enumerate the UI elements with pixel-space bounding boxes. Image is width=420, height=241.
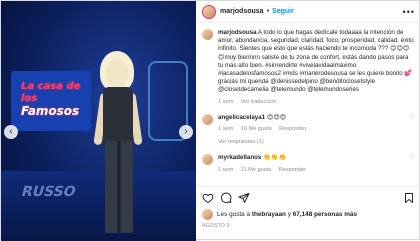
see-translation-link[interactable]: Ver traducción <box>241 99 277 105</box>
comment-text: 👏👏👏 <box>263 154 287 162</box>
comment-item: angelicacelaya1 😍😍😍 1 sem 16 Me gusta Re… <box>202 113 415 133</box>
bookmark-icon[interactable] <box>403 192 415 204</box>
comment-username[interactable]: myrkadellanos <box>218 154 261 161</box>
studio-floor <box>1 171 196 241</box>
likes-text: Les gusta a thebrayaan y 67,148 personas… <box>217 211 357 218</box>
separator-dot: • <box>266 8 270 15</box>
reply-button[interactable]: Responder <box>279 167 306 173</box>
likes-count-link[interactable]: 67,148 personas más <box>293 211 357 218</box>
likes-summary: Les gusta a thebrayaan y 67,148 personas… <box>202 209 415 220</box>
reply-button[interactable]: Responder <box>279 126 306 132</box>
post-header: marjodsousa • Seguir ••• <box>196 1 420 23</box>
comment-meta: 1 sem 16 Me gusta Responder <box>218 125 405 133</box>
caption-time: 1 sem <box>218 98 234 105</box>
action-icons <box>202 191 415 205</box>
likes-prefix: Les gusta a <box>217 211 251 218</box>
caption-meta: 1 sem Ver traducción <box>218 98 415 106</box>
more-options-icon[interactable]: ••• <box>403 7 415 17</box>
like-heart-icon[interactable] <box>202 192 214 204</box>
comment-like-heart-icon[interactable]: ♡ <box>409 154 415 162</box>
comment-likes[interactable]: 16 Me gusta <box>241 126 272 132</box>
post-side-panel: marjodsousa • Seguir ••• marjodsousa A t… <box>196 1 420 241</box>
avatar[interactable] <box>202 4 216 19</box>
liker-avatar[interactable] <box>202 209 213 220</box>
caption: marjodsousa A todo lo que hagas dedícale… <box>202 29 415 106</box>
view-replies-link[interactable]: Ver respuestas (1) <box>218 138 415 146</box>
comment-avatar[interactable] <box>202 154 213 166</box>
person-legs <box>105 141 133 233</box>
next-image-button[interactable]: › <box>179 125 193 139</box>
comment-time: 1 sem <box>218 166 234 173</box>
comment-text: 😍😍😍 <box>266 113 287 121</box>
comment-likes[interactable]: 11 Me gusta <box>241 167 271 173</box>
likes-connector: y <box>287 211 291 218</box>
share-paper-plane-icon[interactable] <box>238 192 250 204</box>
show-logo: La casa de los Famosos <box>21 81 81 118</box>
follow-button[interactable]: Seguir <box>272 8 294 15</box>
comment-time: 1 sem <box>218 126 234 133</box>
post-image[interactable]: La casa de los Famosos RUSSO ‹ › <box>1 1 196 241</box>
post-actions: Les gusta a thebrayaan y 67,148 personas… <box>196 186 420 229</box>
studio-desk-text: RUSSO <box>19 184 78 200</box>
comment-like-heart-icon[interactable]: ♡ <box>409 114 415 122</box>
person-head <box>106 59 128 87</box>
caption-avatar[interactable] <box>202 29 213 40</box>
comment-username[interactable]: angelicacelaya1 <box>218 114 265 121</box>
caption-username[interactable]: marjodsousa <box>218 29 257 36</box>
comment-avatar[interactable] <box>202 113 213 125</box>
comment-item: myrkadellanos 👏👏👏 1 sem 11 Me gusta Resp… <box>202 154 415 173</box>
header-username[interactable]: marjodsousa <box>220 8 264 15</box>
caption-text: A todo lo que hagas dedícale todaaaa la … <box>218 29 414 94</box>
comment-meta: 1 sem 11 Me gusta Responder <box>218 166 405 174</box>
post-date[interactable]: AGOSTO 5 <box>202 223 415 229</box>
person-body <box>103 87 133 147</box>
instagram-post: La casa de los Famosos RUSSO ‹ › marjods… <box>0 0 420 241</box>
comment-bubble-icon[interactable] <box>220 192 232 204</box>
liker-username[interactable]: thebrayaan <box>252 211 286 218</box>
prev-image-button[interactable]: ‹ <box>4 125 18 139</box>
post-comments-area: marjodsousa A todo lo que hagas dedícale… <box>196 23 420 174</box>
